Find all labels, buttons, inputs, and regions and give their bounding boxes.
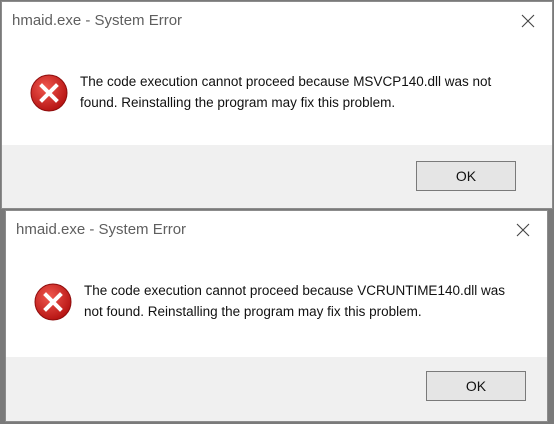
dialog-footer: OK [2, 145, 552, 208]
ok-button[interactable]: OK [416, 161, 516, 191]
error-icon [34, 283, 72, 321]
dialog-title: hmaid.exe - System Error [12, 12, 183, 29]
system-error-dialog-vcruntime140: hmaid.exe - System Error The code execut… [5, 210, 548, 422]
system-error-dialog-msvcp140: hmaid.exe - System Error The code execut… [1, 1, 553, 209]
dialog-footer: OK [6, 357, 547, 421]
error-icon [30, 74, 68, 112]
close-icon [516, 223, 530, 237]
close-button[interactable] [514, 8, 542, 34]
close-button[interactable] [509, 217, 537, 243]
dialog-content: The code execution cannot proceed becaus… [2, 40, 552, 145]
title-bar[interactable]: hmaid.exe - System Error [6, 211, 547, 249]
error-message: The code execution cannot proceed becaus… [84, 283, 505, 319]
ok-button[interactable]: OK [426, 371, 526, 401]
title-bar[interactable]: hmaid.exe - System Error [2, 2, 552, 40]
error-message: The code execution cannot proceed becaus… [80, 74, 492, 110]
dialog-content: The code execution cannot proceed becaus… [6, 249, 547, 354]
close-icon [521, 14, 535, 28]
dialog-title: hmaid.exe - System Error [16, 221, 187, 238]
